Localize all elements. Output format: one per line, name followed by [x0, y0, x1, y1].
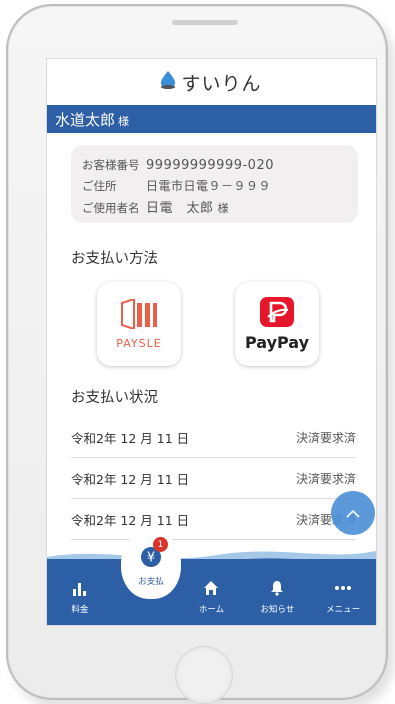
user-name-suffix: 様 — [217, 202, 229, 215]
paysle-logo-icon — [120, 297, 158, 333]
svg-text:¥: ¥ — [147, 551, 155, 566]
paysle-button[interactable]: PAYSLE — [97, 282, 181, 366]
scroll-to-top-button[interactable] — [331, 491, 375, 535]
user-honorific: 様 — [118, 114, 130, 128]
nav-item-notices[interactable]: お知らせ — [248, 580, 306, 615]
address-value: 日電市日電９－９９９ — [146, 179, 272, 193]
notification-badge: 1 — [153, 537, 168, 552]
nav-label: お支払 — [138, 577, 164, 587]
status-date: 令和2年 12 月 11 日 — [71, 471, 190, 487]
status-row[interactable]: 令和2年 12 月 11 日 決済要求済 — [71, 417, 356, 458]
customer-number-row: お客様番号 99999999999-020 — [82, 157, 348, 177]
customer-number-label: お客様番号 — [82, 158, 140, 172]
user-name-row: ご使用者名 日電 太郎 様 — [82, 197, 348, 217]
status-row[interactable]: 令和2年 12 月 11 日 決済要求済 — [71, 458, 356, 499]
status-date: 令和2年 12 月 11 日 — [71, 430, 190, 446]
payment-method-title: お支払い方法 — [71, 251, 158, 267]
bar-chart-icon — [72, 580, 88, 600]
app-logo-text: すいりん — [181, 72, 262, 95]
paypay-logo-icon — [260, 296, 294, 331]
nav-label: ホーム — [198, 605, 225, 615]
payment-methods: PAYSLE PayPay — [47, 282, 376, 366]
chevron-up-icon — [345, 504, 361, 523]
nav-item-home[interactable]: ホーム — [182, 580, 240, 615]
status-row[interactable]: 令和2年 12 月 11 日 決済要求済 — [71, 499, 356, 540]
user-name-label: ご使用者名 — [82, 201, 140, 215]
nav-label: 料金 — [71, 605, 89, 615]
customer-info-card: お客様番号 99999999999-020 ご住所 日電市日電９－９９９ ご使用… — [71, 145, 358, 223]
paypay-label: PayPay — [244, 332, 310, 352]
nav-item-menu[interactable]: メニュー — [314, 580, 372, 615]
app-screen: すいりん 水道太郎 様 お客様番号 99999999999-020 ご住所 日電… — [46, 58, 377, 626]
status-date: 令和2年 12 月 11 日 — [71, 512, 190, 528]
user-name: 水道太郎 — [55, 110, 116, 129]
phone-home-button[interactable] — [175, 646, 233, 704]
bell-icon — [269, 580, 285, 600]
status-state: 決済要求済 — [295, 430, 356, 445]
phone-speaker — [172, 20, 238, 25]
nav-item-charges[interactable]: 料金 — [51, 580, 109, 615]
payment-status-title: お支払い状況 — [71, 390, 158, 406]
nav-label: メニュー — [326, 605, 361, 615]
app-header: すいりん — [47, 59, 376, 105]
address-row: ご住所 日電市日電９－９９９ — [82, 177, 348, 197]
status-state: 決済要求済 — [295, 471, 356, 486]
user-name-bar: 水道太郎 様 — [47, 105, 376, 133]
water-drop-icon — [161, 71, 176, 93]
home-icon — [203, 580, 219, 600]
bottom-nav: 料金 ホーム お知らせ メニュー — [47, 559, 376, 625]
paypay-button[interactable]: PayPay — [235, 282, 319, 366]
paysle-label: PAYSLE — [116, 336, 162, 350]
nav-item-payment[interactable]: ¥ 1 お支払 — [121, 529, 181, 599]
nav-label: お知らせ — [260, 605, 295, 615]
user-name-value: 日電 太郎 — [146, 201, 214, 216]
customer-number-value: 99999999999-020 — [146, 158, 274, 173]
payment-status-list: 令和2年 12 月 11 日 決済要求済 令和2年 12 月 11 日 決済要求… — [71, 417, 356, 540]
address-label: ご住所 — [82, 179, 117, 193]
phone-frame: すいりん 水道太郎 様 お客様番号 99999999999-020 ご住所 日電… — [6, 4, 388, 704]
more-dots-icon — [334, 580, 352, 600]
